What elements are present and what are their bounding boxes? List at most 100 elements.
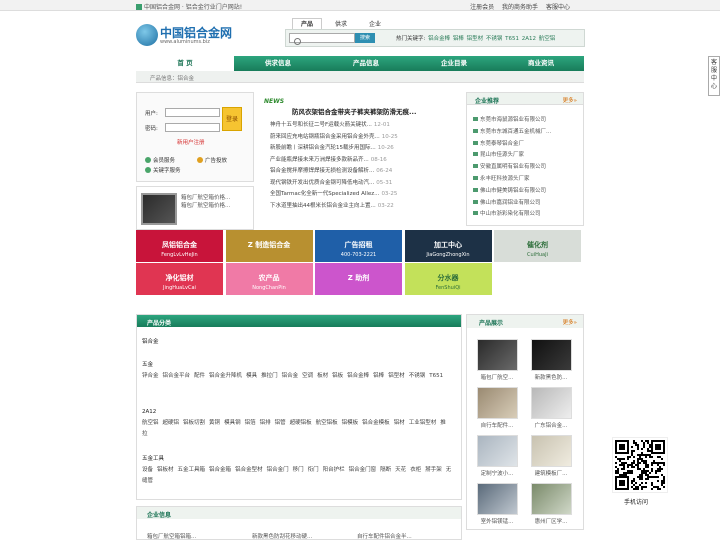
product-thumbnail[interactable] [531, 339, 572, 371]
enterprise-item[interactable]: 东莞泰琴铝合金厂 [473, 139, 524, 147]
category-item[interactable]: 设备 [142, 467, 153, 473]
ad-banner[interactable]: 农产品 NongChanPin [225, 263, 313, 295]
news-item[interactable]: 现代钢铁开发出优质合金钢可降低电动汽... 05-31 [270, 178, 392, 186]
news-item[interactable]: 铝合金搅拌摩擦焊焊接无损检测设备解析... 06-24 [270, 166, 392, 174]
ad-link[interactable]: 广告投放 [197, 156, 227, 164]
hot-keyword[interactable]: 铝型材 [467, 36, 484, 42]
customer-service-tab[interactable]: 客服中心 [708, 56, 720, 96]
category-item[interactable]: 模具 [246, 373, 257, 379]
category-item[interactable]: 超硬铝板 [290, 420, 312, 426]
ad-banner[interactable]: 加工中心 JiaGongZhongXin [404, 230, 492, 262]
enterprise-item[interactable]: 佛山市嘉润铝业有限公司 [473, 198, 541, 206]
product-caption[interactable]: 自行车配件... [473, 421, 521, 429]
product-thumbnail[interactable] [477, 387, 518, 419]
hot-keyword[interactable]: T651 [505, 36, 519, 42]
category-item[interactable]: 五金工具箱 [178, 467, 206, 473]
product-caption[interactable]: 惠州厂区学... [527, 517, 575, 525]
enterprise-item[interactable]: 昆山市佳源头厂家 [473, 150, 524, 158]
ad-banner[interactable]: Z 助剂 [315, 263, 402, 295]
keyword-service-link[interactable]: 关键字服务 [145, 166, 181, 174]
hot-keyword[interactable]: 2A12 [522, 36, 536, 42]
category-item[interactable]: 隔断 [380, 467, 391, 473]
category-group-title[interactable]: 五金工具 [142, 454, 454, 465]
nav-supply[interactable]: 供求信息 [234, 56, 322, 71]
password-input[interactable] [165, 123, 220, 132]
category-item[interactable]: 铝板切割 [183, 420, 205, 426]
site-logo[interactable]: 中国铝合金网 www.aluminums.biz [136, 22, 246, 48]
news-item[interactable]: 新股前瞻丨深耕铝合金汽轮15载步用国际... 10-26 [270, 143, 394, 151]
category-item[interactable]: 铝合金门窗 [349, 467, 377, 473]
product-caption[interactable]: 新款黑色防... [527, 373, 575, 381]
category-item[interactable]: 铝合金门 [267, 467, 289, 473]
category-item[interactable]: 板材 [317, 373, 328, 379]
category-item[interactable]: 铝型材 [388, 373, 405, 379]
category-item[interactable]: 衣柜 [410, 467, 421, 473]
product-thumbnail[interactable] [477, 339, 518, 371]
product-thumbnail[interactable] [531, 387, 572, 419]
news-item[interactable]: 蔚来回应充电站钢瓶铝合金采用铝合金外壳... 10-25 [270, 132, 398, 140]
category-item[interactable]: 铝排 [260, 420, 271, 426]
tab-products[interactable]: 产品 [292, 18, 322, 29]
enterprise-item[interactable]: 永丰旺科技源头厂家 [473, 174, 530, 182]
category-item[interactable]: 模具钢 [224, 420, 241, 426]
category-item[interactable]: 铝合金平台 [163, 373, 191, 379]
username-input[interactable] [165, 108, 220, 117]
service-link[interactable]: 客服中心 [546, 4, 570, 11]
more-link[interactable]: 更多» [563, 96, 577, 104]
category-item[interactable]: 超硬铝 [163, 420, 180, 426]
category-item[interactable]: 锌合金 [142, 373, 159, 379]
category-item[interactable]: 铝合金 [282, 373, 299, 379]
company-info-item[interactable]: 自行车配件铝合金半... [357, 532, 412, 540]
search-button[interactable]: 搜索 [355, 33, 375, 43]
search-input[interactable] [289, 33, 355, 45]
register-link[interactable]: 新用户注册 [177, 138, 205, 146]
category-item[interactable]: 移门 [293, 467, 304, 473]
news-item[interactable]: 神舟十五号和长征二号F运载火箭关键状... 12-01 [270, 120, 390, 128]
product-caption[interactable]: 室外铝镁锰... [473, 517, 521, 525]
category-item[interactable]: 掰手架 [425, 467, 442, 473]
category-item[interactable]: 阳台护栏 [323, 467, 345, 473]
category-item[interactable]: 铝板材 [157, 467, 174, 473]
category-item[interactable]: 铝板 [332, 373, 343, 379]
news-item[interactable]: 全国Tarmac化全新一代Specialized Allez... 03-25 [270, 189, 397, 197]
category-item[interactable]: 铝合金升降机 [209, 373, 242, 379]
news-headline[interactable]: 防风衣架铝合金带夹子裤夹裤架防滑无痕... [292, 106, 416, 116]
product-caption[interactable]: 建筑模板厂... [527, 469, 575, 477]
category-item[interactable]: 航空铝板 [316, 420, 338, 426]
category-group-title[interactable]: 五金 [142, 360, 454, 371]
login-button[interactable]: 登录 [222, 107, 242, 131]
ad-banner[interactable]: 催化剂 CuiHuaJi [494, 230, 581, 262]
ad-banner[interactable]: 净化铝材 JingHuaLvCai [136, 263, 223, 295]
hot-keyword[interactable]: 不锈钢 [486, 36, 503, 42]
category-item[interactable]: 铝管 [275, 420, 286, 426]
hot-keyword[interactable]: 航空铝 [539, 36, 556, 42]
company-info-item[interactable]: 箱包厂航空箱铝箱... [147, 532, 196, 540]
category-item[interactable]: 黄铜 [209, 420, 220, 426]
category-item[interactable]: 铝棒 [373, 373, 384, 379]
nav-news[interactable]: 商业资讯 [498, 56, 584, 71]
enterprise-item[interactable]: 中山市浙彩染化有限公司 [473, 209, 541, 217]
home-icon[interactable] [136, 4, 142, 10]
featured-product[interactable]: 箱包厂航空箱价格... 箱包厂航空箱价格... [136, 186, 254, 230]
product-thumbnail[interactable] [531, 483, 572, 515]
hot-keyword[interactable]: 铝合金棒 [428, 36, 450, 42]
category-group-title[interactable]: 铝合金 [142, 337, 454, 348]
category-item[interactable]: 铝合金模板 [362, 420, 390, 426]
category-item[interactable]: T651 [429, 373, 443, 379]
enterprise-item[interactable]: 安徽直属明有铝业有限公司 [473, 162, 546, 170]
category-item[interactable]: 推拉门 [261, 373, 278, 379]
assistant-link[interactable]: 我的商务助手 [502, 4, 538, 11]
product-caption[interactable]: 广东铝合金... [527, 421, 575, 429]
category-item[interactable]: 工业铝型材 [409, 420, 437, 426]
ad-banner[interactable]: Z 制造铝合金 [225, 230, 313, 262]
category-item[interactable]: 铝材 [394, 420, 405, 426]
company-info-item[interactable]: 新款黑色防刮花移动硬... [252, 532, 312, 540]
category-item[interactable]: 铝合金箱 [209, 467, 231, 473]
product-caption[interactable]: 箱包厂航空... [473, 373, 521, 381]
product-thumbnail[interactable] [477, 435, 518, 467]
category-item[interactable]: 铝合金棒 [347, 373, 369, 379]
ad-banner[interactable]: 凤铝铝合金 FengLvLvHeJin [136, 230, 223, 262]
category-item[interactable]: 不锈钢 [409, 373, 426, 379]
nav-home[interactable]: 首 页 [136, 56, 234, 71]
product-caption[interactable]: 定制宁波小... [473, 469, 521, 477]
